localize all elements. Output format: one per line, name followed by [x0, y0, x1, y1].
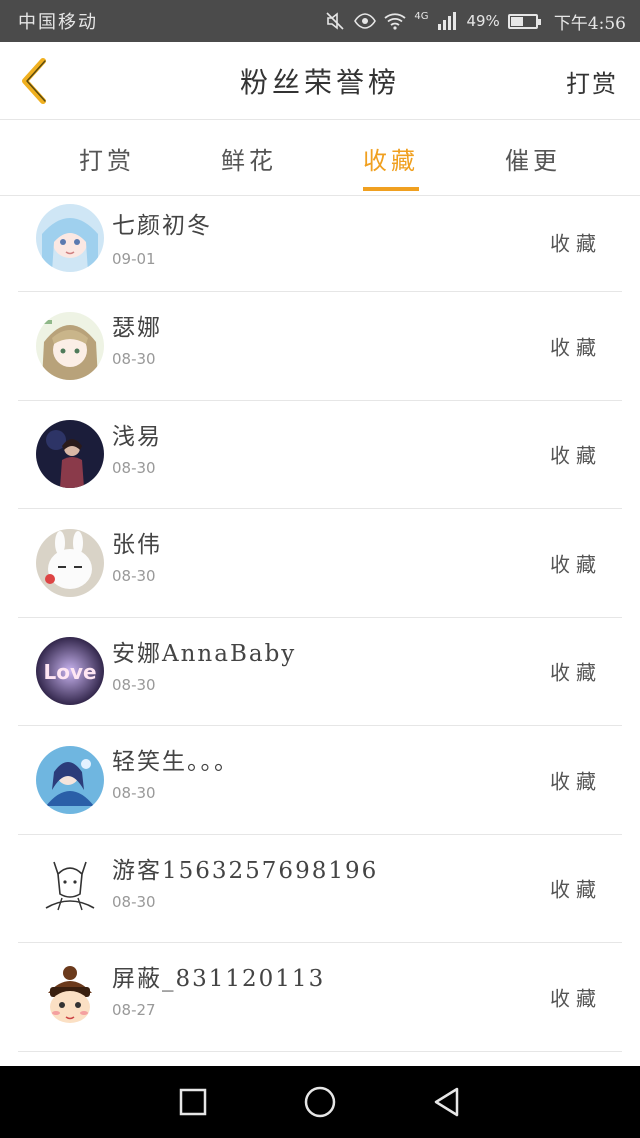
action-label: 收藏 [550, 552, 602, 577]
list-item[interactable]: Love 安娜AnnaBaby 08-30 收藏 [18, 618, 622, 726]
action-label: 收藏 [550, 231, 602, 256]
network-type: 4G [414, 10, 429, 22]
home-button[interactable] [300, 1082, 340, 1122]
tab-2[interactable]: 收藏 [320, 121, 462, 195]
system-nav-bar [0, 1066, 640, 1138]
list-item[interactable]: 七颜初冬 09-01 收藏 [18, 196, 622, 292]
action-label: 收藏 [550, 986, 602, 1011]
home-icon [304, 1086, 336, 1118]
recent-apps-icon [180, 1088, 207, 1116]
list-item[interactable]: 瑟娜 08-30 收藏 [18, 292, 622, 401]
recent-apps-button[interactable] [173, 1082, 213, 1122]
user-name: 屏蔽_831120113 [112, 966, 326, 992]
reward-button[interactable]: 打赏 [566, 42, 618, 120]
collect-date: 08-27 [112, 1001, 156, 1019]
user-name: 游客1563257698196 [112, 857, 379, 884]
collect-date: 09-01 [112, 250, 156, 268]
battery-icon [507, 13, 541, 29]
collect-date: 08-30 [112, 892, 156, 911]
action-label: 收藏 [550, 443, 602, 468]
love-text-avatar[interactable]: Love [36, 637, 104, 706]
collect-date: 08-30 [112, 567, 156, 585]
tab-bar: 打赏 鲜花 收藏 催更 [0, 121, 640, 196]
blue-fairy-avatar[interactable] [36, 745, 104, 814]
dark-figure-avatar[interactable] [36, 420, 104, 489]
user-name: 瑟娜 [112, 315, 162, 341]
carrier-label: 中国移动 [18, 12, 98, 33]
user-name: 轻笑生。。。 [112, 749, 239, 775]
list-item[interactable]: 轻笑生。。。 08-30 收藏 [18, 726, 622, 835]
anime-girl-green-avatar[interactable] [36, 311, 104, 380]
anime-girl-blue-avatar[interactable] [36, 204, 104, 272]
tab-0[interactable]: 打赏 [36, 121, 178, 195]
action-label: 收藏 [550, 877, 602, 902]
white-rabbit-avatar[interactable] [36, 528, 104, 597]
cartoon-kid-avatar[interactable] [36, 962, 104, 1031]
svg-text:Love: Love [43, 660, 96, 684]
back-triangle-icon [434, 1087, 458, 1117]
user-name: 张伟 [112, 532, 162, 558]
mute-icon [324, 10, 346, 32]
collect-date: 08-30 [112, 675, 156, 694]
wifi-icon [384, 10, 406, 32]
action-label: 收藏 [550, 660, 602, 685]
list-item[interactable]: 屏蔽_831120113 08-27 收藏 [18, 943, 622, 1052]
collect-date: 08-30 [112, 784, 156, 802]
status-bar: 中国移动 4G 49% 下午4:56 [0, 0, 640, 42]
battery-percent: 49% [466, 12, 500, 30]
signal-icon [436, 10, 458, 32]
sketch-animal-avatar[interactable] [36, 854, 104, 923]
tab-3[interactable]: 催更 [462, 121, 604, 195]
user-name: 安娜AnnaBaby [112, 640, 297, 667]
page-title: 粉丝荣誉榜 [239, 66, 400, 99]
nav-bar: 粉丝荣誉榜 打赏 [0, 42, 640, 120]
eye-icon [354, 10, 377, 32]
collect-date: 08-30 [112, 350, 156, 368]
action-label: 收藏 [550, 335, 602, 360]
user-name: 浅易 [112, 423, 162, 450]
list-item[interactable]: 张伟 08-30 收藏 [18, 509, 622, 618]
clock: 下午4:56 [553, 13, 626, 34]
fan-list: 七颜初冬 09-01 收藏 瑟娜 08-30 收藏 浅易 08-30 收藏 张伟 08-30 收藏 Lo… [0, 196, 640, 1066]
tab-1[interactable]: 鲜花 [178, 121, 320, 195]
action-label: 收藏 [550, 769, 602, 794]
list-item[interactable]: 游客1563257698196 08-30 收藏 [18, 835, 622, 943]
user-name: 七颜初冬 [112, 213, 212, 239]
status-icons: 4G 49% 下午4:56 [324, 9, 626, 34]
collect-date: 08-30 [112, 458, 156, 477]
back-nav-button[interactable] [427, 1082, 467, 1122]
list-item[interactable]: 浅易 08-30 收藏 [18, 401, 622, 509]
